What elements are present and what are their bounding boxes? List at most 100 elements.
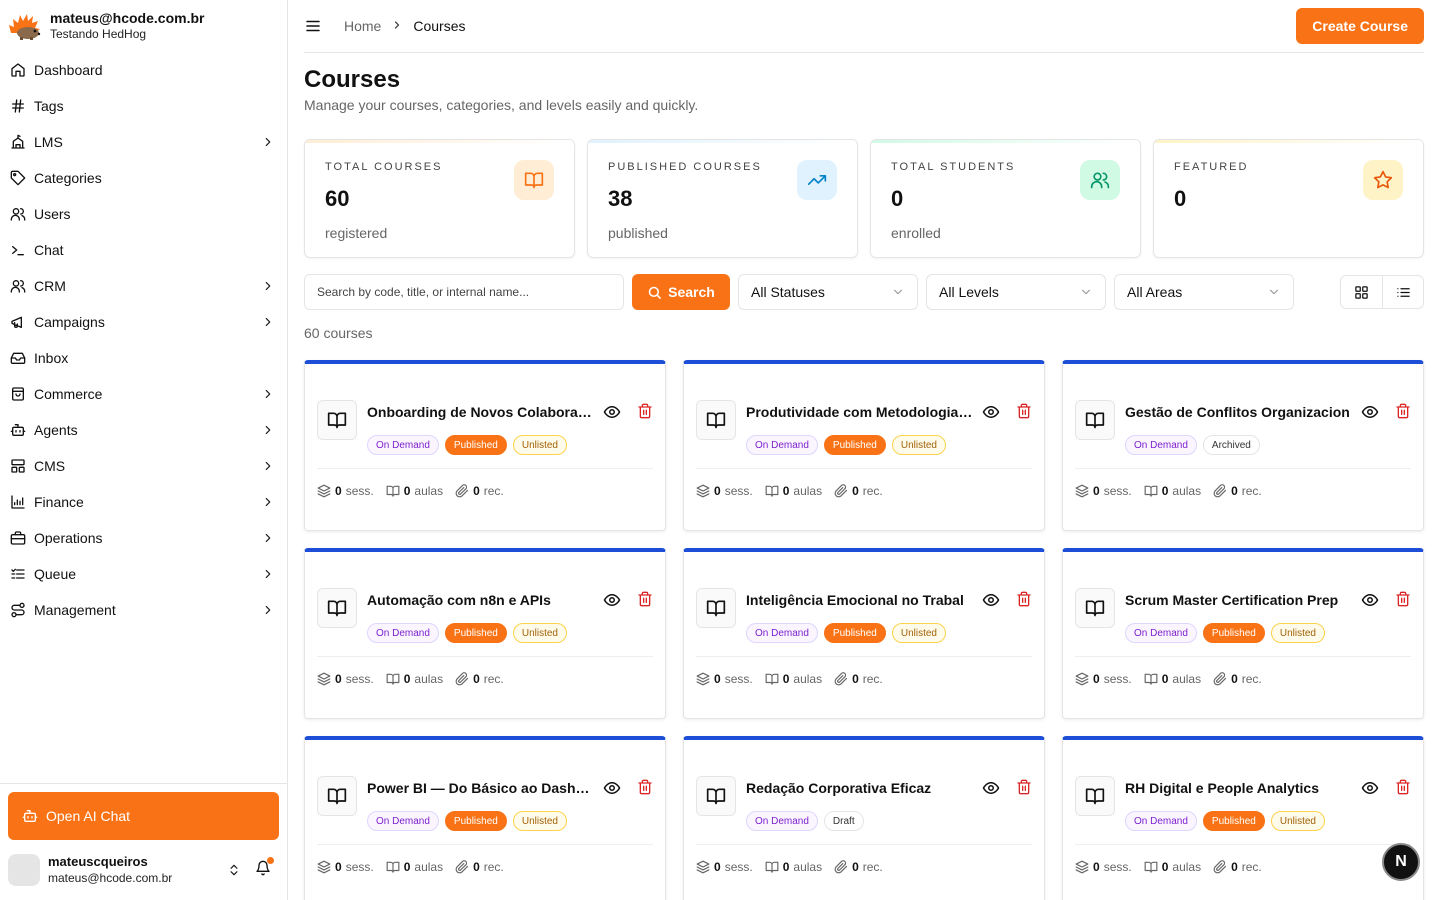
breadcrumb-home[interactable]: Home [344,18,381,34]
course-title[interactable]: Power BI — Do Básico ao Dashboard [367,779,595,797]
sidebar-item-users[interactable]: Users [0,196,287,232]
level-select[interactable]: All Levels [926,274,1106,310]
course-card[interactable]: Produtividade com Metodologias Ágeis On D… [683,360,1045,531]
course-card[interactable]: Automação com n8n e APIs On Demand Publish… [304,548,666,719]
course-card[interactable]: Gestão de Conflitos Organizacion On Deman… [1062,360,1424,531]
course-title[interactable]: Inteligência Emocional no Trabal [746,591,974,609]
course-title[interactable]: Produtividade com Metodologias Ágeis [746,403,974,421]
delete-course-button[interactable] [637,779,653,802]
book-icon [1085,412,1105,429]
delete-course-button[interactable] [1016,591,1032,614]
sidebar-item-dashboard[interactable]: Dashboard [0,52,287,88]
stat-accent-bar [305,140,574,143]
area-select-value: All Areas [1127,284,1183,300]
chevron-right-icon [265,461,271,471]
course-badges: On Demand Published Unlisted [746,623,974,643]
course-title[interactable]: Onboarding de Novos Colaboradores [367,403,595,421]
view-course-button[interactable] [1361,403,1379,426]
notifications-button[interactable] [255,856,274,881]
view-course-button[interactable] [982,779,1000,802]
sidebar-item-commerce[interactable]: Commerce [0,376,287,412]
sidebar-item-icon [10,350,26,366]
course-card[interactable]: Inteligência Emocional no Trabal On Deman… [683,548,1045,719]
sidebar-item-icon [10,170,26,186]
course-card[interactable]: Redação Corporativa Eficaz On Demand Draft… [683,736,1045,900]
course-title[interactable]: Automação com n8n e APIs [367,591,595,609]
course-card[interactable]: RH Digital e People Analytics On Demand Pu… [1062,736,1424,900]
open-ai-chat-button[interactable]: Open AI Chat [8,792,279,840]
course-card[interactable]: Onboarding de Novos Colaboradores On Dema… [304,360,666,531]
view-course-button[interactable] [603,779,621,802]
sidebar-item-label: Inbox [34,350,69,366]
menu-icon[interactable] [304,17,322,35]
sidebar-item-chat[interactable]: Chat [0,232,287,268]
resources-count: 0 rec. [834,672,883,686]
delete-course-button[interactable] [1395,779,1411,802]
delete-course-button[interactable] [1016,403,1032,426]
view-course-button[interactable] [603,403,621,426]
status-badge: Published [823,623,886,643]
area-select[interactable]: All Areas [1114,274,1294,310]
search-input[interactable] [304,274,624,310]
lessons-count: 0 aulas [386,484,443,498]
delete-course-button[interactable] [637,403,653,426]
view-course-button[interactable] [982,591,1000,614]
course-stats: 0 sess. 0 aulas 0 rec. [1075,845,1411,889]
brand[interactable]: mateus@hcode.com.br Testando HedHog [0,0,287,52]
floating-action-button[interactable]: N [1382,843,1420,881]
chevron-right-icon [265,317,271,327]
course-card[interactable]: Power BI — Do Básico ao Dashboard On Dema… [304,736,666,900]
book-icon [386,861,400,873]
trash-icon [1396,591,1410,607]
sidebar-item-finance[interactable]: Finance [0,484,287,520]
sidebar-item-crm[interactable]: CRM [0,268,287,304]
course-title[interactable]: Redação Corporativa Eficaz [746,779,974,797]
sessions-count: 0 sess. [696,484,753,498]
list-view-button[interactable] [1382,276,1423,308]
sidebar-item-icon [10,566,26,582]
paperclip-icon [1213,484,1227,498]
view-course-button[interactable] [1361,591,1379,614]
sidebar-item-label: Finance [34,494,84,510]
user-menu[interactable]: mateuscqueiros mateus@hcode.com.br [8,840,279,900]
layers-icon [696,484,710,498]
paperclip-icon [834,860,848,874]
create-course-button[interactable]: Create Course [1296,8,1424,44]
book-icon [706,412,726,429]
sidebar-item-agents[interactable]: Agents [0,412,287,448]
course-card[interactable]: Scrum Master Certification Prep On Demand… [1062,548,1424,719]
course-title[interactable]: Gestão de Conflitos Organizacion [1125,403,1353,421]
grid-view-button[interactable] [1341,276,1382,308]
sidebar-item-queue[interactable]: Queue [0,556,287,592]
sidebar-item-campaigns[interactable]: Campaigns [0,304,287,340]
sessions-count: 0 sess. [1075,860,1132,874]
eye-icon [603,594,621,606]
status-select[interactable]: All Statuses [738,274,918,310]
layers-icon [1075,672,1089,686]
search-button[interactable]: Search [632,274,730,310]
delete-course-button[interactable] [1016,779,1032,802]
delete-course-button[interactable] [1395,591,1411,614]
view-course-button[interactable] [982,403,1000,426]
course-badges: On Demand Draft [746,811,974,831]
chevrons-up-down-icon[interactable] [227,863,241,877]
sidebar-item-lms[interactable]: LMS [0,124,287,160]
book-icon [1144,485,1158,497]
sidebar-item-operations[interactable]: Operations [0,520,287,556]
sidebar-item-label: Chat [34,242,64,258]
resources-count: 0 rec. [455,672,504,686]
chevron-down-icon [893,289,903,295]
sidebar-item-tags[interactable]: Tags [0,88,287,124]
sidebar-item-categories[interactable]: Categories [0,160,287,196]
sidebar-item-cms[interactable]: CMS [0,448,287,484]
sidebar-item-label: Management [34,602,116,618]
course-icon-box [317,776,357,816]
course-title[interactable]: RH Digital e People Analytics [1125,779,1353,797]
course-title[interactable]: Scrum Master Certification Prep [1125,591,1353,609]
delete-course-button[interactable] [637,591,653,614]
view-course-button[interactable] [1361,779,1379,802]
view-course-button[interactable] [603,591,621,614]
delete-course-button[interactable] [1395,403,1411,426]
sidebar-item-management[interactable]: Management [0,592,287,628]
sidebar-item-inbox[interactable]: Inbox [0,340,287,376]
